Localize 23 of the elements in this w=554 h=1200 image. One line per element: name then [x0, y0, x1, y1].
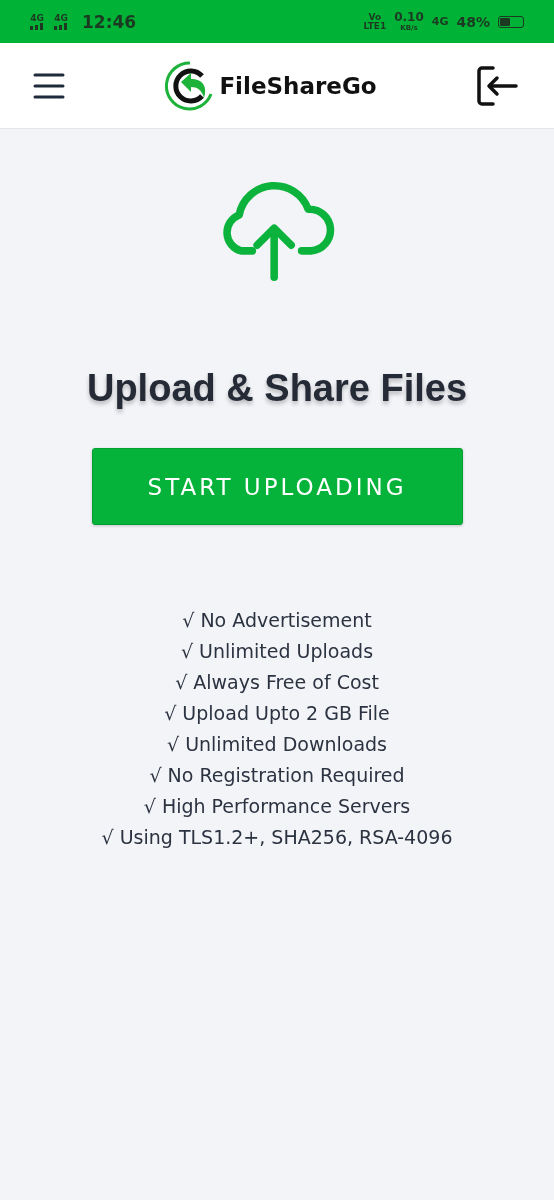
battery-icon [498, 15, 524, 28]
volte-label: Vo [368, 12, 382, 22]
feature-item: √ High Performance Servers [142, 794, 412, 819]
feature-item: √ No Advertisement [181, 608, 373, 633]
signal-icon [30, 22, 44, 30]
network-label: 4G [431, 15, 449, 28]
feature-item: √ Using TLS1.2+, SHA256, RSA-4096 [101, 825, 453, 850]
clock: 12:46 [82, 11, 137, 32]
feature-item: √ Upload Upto 2 GB File [163, 701, 391, 726]
page-title: Upload & Share Files [86, 367, 468, 410]
speed-value: 0.10 [394, 10, 424, 24]
volte-label: LTE1 [363, 21, 387, 31]
login-icon[interactable] [476, 65, 518, 106]
feature-item: √ Unlimited Downloads [166, 732, 388, 757]
battery-percent: 48% [456, 13, 490, 30]
network-label: 4G [30, 13, 44, 23]
feature-item: √ No Registration Required [148, 763, 406, 788]
brand-name[interactable]: FileShareGo [219, 72, 377, 99]
signal-icon [54, 22, 68, 30]
network-label: 4G [54, 13, 68, 23]
menu-icon[interactable] [33, 71, 65, 100]
feature-item: √ Always Free of Cost [174, 670, 380, 695]
feature-item: √ Unlimited Uploads [179, 639, 375, 664]
